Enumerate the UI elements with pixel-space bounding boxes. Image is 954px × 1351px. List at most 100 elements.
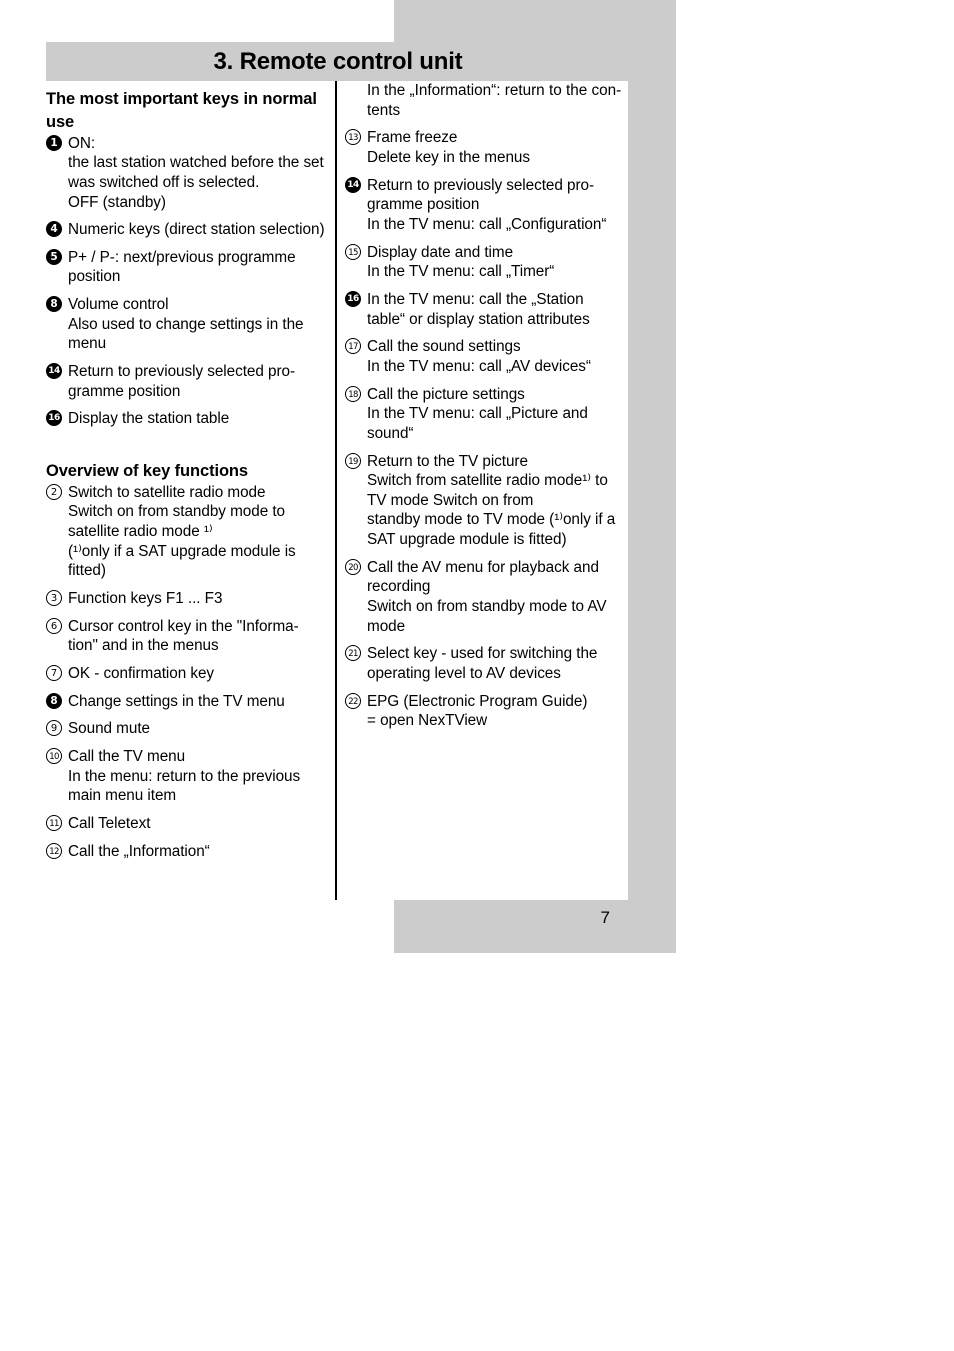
key-function-item: 7 OK - confirmation key <box>46 664 328 684</box>
key-function-item: 6 Cursor control key in the "Informa-tion… <box>46 617 328 656</box>
key-number-badge-13: 13 <box>345 129 361 146</box>
key-number-badge-6: 6 <box>46 617 62 634</box>
key-function-item: 22 EPG (Electronic Program Guide) = open N… <box>345 692 630 731</box>
key-function-item: 1 ON: the last station watched before the … <box>46 134 328 213</box>
key-function-item: 13 Frame freeze Delete key in the menus <box>345 128 630 167</box>
key-function-line: TV mode Switch on from <box>367 491 534 509</box>
document-page: 3. Remote control unit The most importan… <box>0 0 954 1351</box>
key-function-item: 20 Call the AV menu for playback and recor… <box>345 558 630 637</box>
key-function-line: tion" and in the menus <box>68 637 219 655</box>
key-function-line: Call the AV menu for playback and <box>367 558 599 576</box>
key-function-line: Call the picture settings <box>367 385 525 403</box>
continuation-text: In the „Information“: return to the con-… <box>345 81 630 120</box>
key-function-line: In the TV menu: call „Timer“ <box>367 263 555 281</box>
key-function-line: In the TV menu: call „Picture and <box>367 405 588 423</box>
section-title-overview: Overview of key functions <box>46 462 248 481</box>
key-function-line: recording <box>367 578 431 596</box>
key-list-right: 13 Frame freeze Delete key in the menus 14 R… <box>345 128 630 731</box>
key-number-badge-12: 12 <box>46 842 62 859</box>
key-function-line: OFF (standby) <box>68 193 166 211</box>
key-function-line: main menu item <box>68 787 177 805</box>
key-number-badge-19: 19 <box>345 452 361 469</box>
key-function-line: operating level to AV devices <box>367 665 561 683</box>
key-function-item: 4 Numeric keys (direct station selection) <box>46 220 328 240</box>
key-function-line: Delete key in the menus <box>367 148 530 166</box>
key-function-line: Volume control <box>68 296 169 314</box>
key-number-badge-14: 14 <box>345 176 361 193</box>
key-function-line: gramme position <box>68 382 181 400</box>
column-divider <box>335 81 337 900</box>
key-function-item: 14 Return to previously selected pro-gram… <box>345 176 630 235</box>
key-function-line: In the TV menu: call „AV devices“ <box>367 357 591 375</box>
page-number: 7 <box>600 908 610 927</box>
key-function-line: (¹⁾only if a SAT upgrade module is <box>68 542 296 560</box>
key-function-item: 8 Change settings in the TV menu <box>46 692 328 712</box>
key-number-badge-5: 5 <box>46 248 62 265</box>
key-function-item: 11 Call Teletext <box>46 814 328 834</box>
key-function-line: Return to previously selected pro- <box>367 176 595 194</box>
key-number-badge-20: 20 <box>345 558 361 575</box>
key-function-line: menu <box>68 335 107 353</box>
key-function-item: 5 P+ / P-: next/previous programme positio… <box>46 248 328 287</box>
key-function-item: 19 Return to the TV picture Switch from sa… <box>345 452 630 550</box>
key-function-item: 2 Switch to satellite radio mode Switch on… <box>46 483 328 581</box>
continuation-line: In the „Information“: return to the con- <box>367 82 622 99</box>
left-column: The most important keys in normal use 1O… <box>46 81 328 869</box>
key-number-badge-17: 17 <box>345 338 361 355</box>
key-function-line: fitted) <box>68 562 106 580</box>
key-function-item: 12 Call the „Information“ <box>46 842 328 862</box>
key-function-line: gramme position <box>367 196 480 214</box>
key-function-line: SAT upgrade module is fitted) <box>367 531 567 549</box>
key-function-item: 3 Function keys F1 ... F3 <box>46 589 328 609</box>
key-function-line: Frame freeze <box>367 129 458 147</box>
key-function-item: 10 Call the TV menu In the menu: return to… <box>46 747 328 806</box>
key-function-line: In the TV menu: call the „Station <box>367 290 584 308</box>
key-function-line: Switch from satellite radio mode¹⁾ to <box>367 472 608 490</box>
key-function-line: Switch on from standby mode to AV <box>367 598 607 616</box>
continuation-line: tents <box>367 101 401 119</box>
key-number-badge-9: 9 <box>46 720 62 737</box>
key-number-badge-11: 11 <box>46 815 62 832</box>
key-function-line: Switch on from standby mode to <box>68 503 286 521</box>
key-function-line: Return to previously selected pro- <box>68 363 296 381</box>
key-function-line: position <box>68 268 121 286</box>
key-number-badge-16: 16 <box>46 410 62 427</box>
key-function-item: 16 Display the station table <box>46 409 328 429</box>
key-function-line: Display the station table <box>68 410 230 428</box>
key-function-line: Call the sound settings <box>367 338 521 356</box>
key-function-line: In the menu: return to the previous <box>68 767 301 785</box>
key-function-item: 16 In the TV menu: call the „Station table… <box>345 290 630 329</box>
key-function-item: 8 Volume control Also used to change setti… <box>46 295 328 354</box>
key-list-important: 1 ON: the last station watched before the … <box>46 134 328 430</box>
key-function-item: 9 Sound mute <box>46 719 328 739</box>
key-function-line: EPG (Electronic Program Guide) <box>367 692 588 710</box>
key-function-item: 15 Display date and time In the TV menu: c… <box>345 243 630 282</box>
key-function-line: the last station watched before the set <box>68 154 324 172</box>
key-number-badge-16: 16 <box>345 290 361 307</box>
key-function-line: ON: <box>68 134 96 152</box>
key-number-badge-21: 21 <box>345 645 361 662</box>
section-title-important-keys: The most important keys in normal use <box>46 90 317 131</box>
key-function-line: Display date and time <box>367 243 514 261</box>
key-function-item: 18 Call the picture settings In the TV men… <box>345 385 630 444</box>
key-function-line: OK - confirmation key <box>68 665 215 683</box>
key-number-badge-4: 4 <box>46 221 62 238</box>
key-function-line: table“ or display station attributes <box>367 310 590 328</box>
key-function-line: Return to the TV picture <box>367 452 528 470</box>
key-number-badge-14: 14 <box>46 363 62 380</box>
key-function-item: 21 Select key - used for switching the ope… <box>345 644 630 683</box>
key-function-line: sound“ <box>367 424 414 442</box>
key-function-line: = open NexTView <box>367 712 488 730</box>
key-function-line: Sound mute <box>68 720 150 738</box>
key-function-item: 17 Call the sound settings In the TV menu:… <box>345 337 630 376</box>
key-number-badge-8: 8 <box>46 692 62 709</box>
key-number-badge-10: 10 <box>46 748 62 765</box>
key-number-badge-22: 22 <box>345 692 361 709</box>
key-function-line: Call Teletext <box>68 815 151 833</box>
key-function-line: Also used to change settings in the <box>68 315 304 333</box>
key-function-line: satellite radio mode ¹⁾ <box>68 523 213 541</box>
key-function-line: Switch to satellite radio mode <box>68 483 266 501</box>
key-function-line: standby mode to TV mode (¹⁾only if a <box>367 511 616 529</box>
key-function-line: Call the „Information“ <box>68 842 210 860</box>
key-function-line: Function keys F1 ... F3 <box>68 590 223 608</box>
